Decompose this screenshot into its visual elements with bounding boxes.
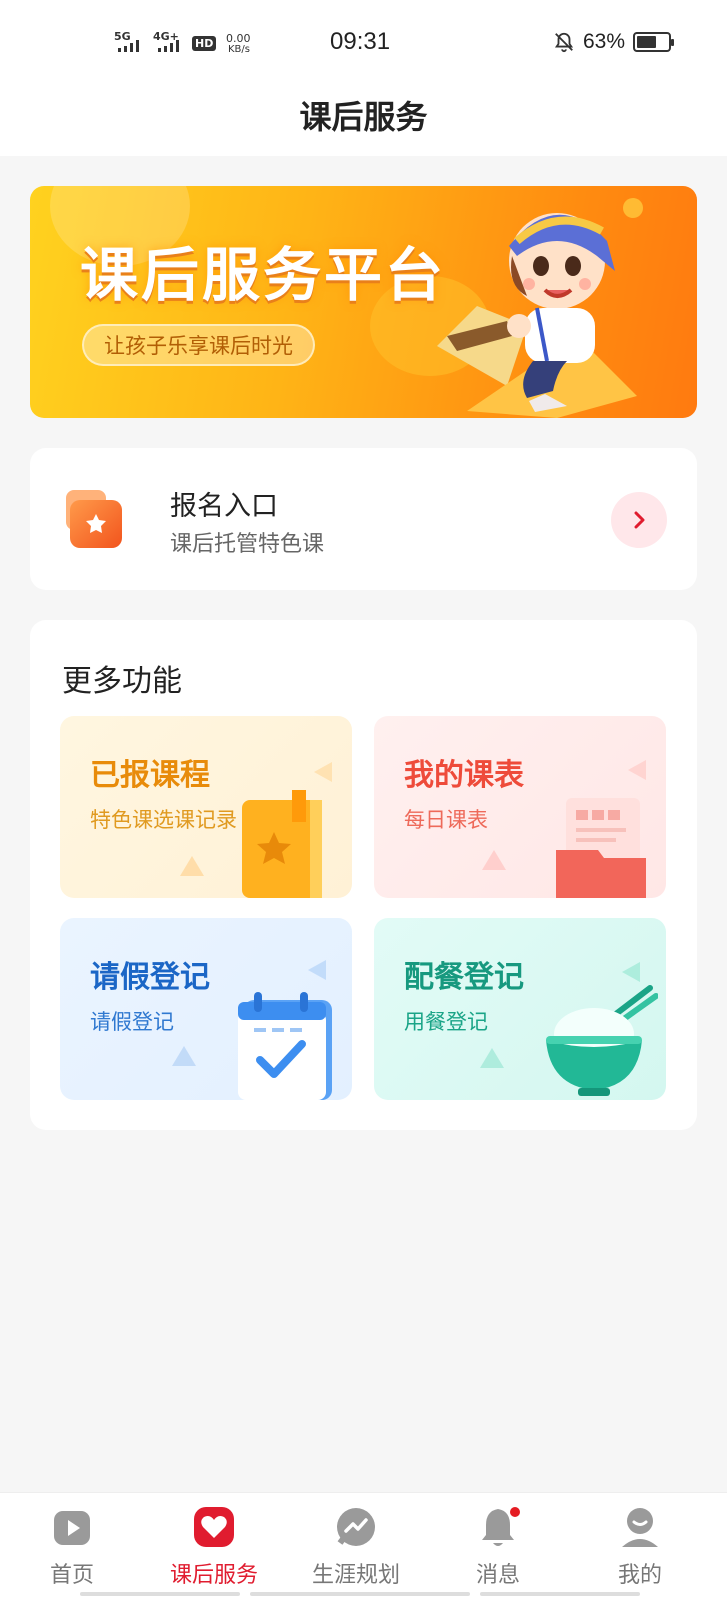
cartoon-boy-illustration [437, 198, 643, 418]
notification-badge [508, 1505, 522, 1519]
tile-title: 请假登记 [90, 960, 210, 995]
top-bar: 课后服务 [0, 78, 727, 156]
home-indicator-3 [480, 1592, 640, 1596]
page-title: 课后服务 [299, 98, 428, 136]
bell-off-icon [554, 32, 574, 53]
tile-subtitle: 用餐登记 [404, 1010, 488, 1034]
play-icon [54, 1511, 90, 1545]
calendar-check-icon [238, 992, 332, 1100]
signup-subtitle: 课后托管特色课 [170, 532, 325, 557]
tile-meal-registration[interactable]: 配餐登记 用餐登记 [374, 918, 666, 1100]
trend-chat-icon [337, 1508, 375, 1546]
signup-entry-card[interactable]: 报名入口 课后托管特色课 [30, 448, 697, 590]
tab-mine[interactable]: 我的 [580, 1505, 700, 1589]
hd-icon: HD [192, 36, 217, 51]
more-functions-card: 更多功能 已报课程 特色课选课记录 我的课表 每日课表 请假登记 请假登记 配餐… [30, 620, 697, 1130]
battery-percent: 63% [582, 30, 625, 53]
signal-bars-icon [118, 40, 139, 52]
signal-bars-icon-2 [158, 40, 179, 52]
section-title: 更多功能 [62, 664, 182, 699]
tile-subtitle: 特色课选课记录 [90, 808, 237, 832]
star-book-icon [242, 790, 322, 898]
status-bar: 5G 4G+ HD 0.00 KB/s 09:31 63% [0, 0, 727, 90]
decor-triangle-2 [308, 960, 326, 980]
tile-title: 我的课表 [404, 758, 524, 793]
banner[interactable]: 课后服务平台 让孩子乐享课后时光 [30, 186, 697, 418]
tile-title: 配餐登记 [404, 960, 524, 995]
decor-triangle [172, 1046, 196, 1066]
tab-label: 首页 [49, 1563, 94, 1588]
tab-career-planning[interactable]: 生涯规划 [296, 1505, 416, 1589]
folder-star-icon [66, 490, 122, 548]
timetable-folder-icon [556, 798, 646, 898]
decor-triangle-2 [622, 962, 640, 982]
tab-label: 我的 [617, 1563, 662, 1588]
rice-bowl-icon [546, 985, 658, 1096]
tile-title: 已报课程 [90, 758, 210, 793]
decor-triangle [180, 856, 204, 876]
home-indicator-2 [250, 1592, 470, 1596]
tile-enrolled-courses[interactable]: 已报课程 特色课选课记录 [60, 716, 352, 898]
heart-icon [194, 1507, 234, 1547]
home-indicator [80, 1592, 240, 1596]
signup-title: 报名入口 [170, 491, 278, 522]
tile-leave-registration[interactable]: 请假登记 请假登记 [60, 918, 352, 1100]
tab-after-school-service[interactable]: 课后服务 [154, 1505, 274, 1589]
tab-home[interactable]: 首页 [12, 1505, 132, 1589]
bottom-tab-bar: 首页 课后服务 生涯规划 消息 我的 [0, 1492, 727, 1600]
signup-arrow-button[interactable] [611, 492, 667, 548]
tab-label: 课后服务 [169, 1563, 258, 1588]
decor-triangle-2 [628, 760, 646, 780]
banner-title: 课后服务平台 [80, 241, 447, 309]
tab-label: 生涯规划 [311, 1563, 400, 1588]
net-speed-unit: KB/s [228, 44, 250, 55]
status-right: 63% [553, 30, 674, 54]
banner-subtitle: 让孩子乐享课后时光 [82, 324, 315, 366]
chevron-right-icon [634, 511, 645, 529]
person-icon [622, 1508, 658, 1547]
decor-triangle [480, 1048, 504, 1068]
decor-triangle [482, 850, 506, 870]
battery-icon [633, 32, 674, 52]
clock: 09:31 [330, 28, 391, 55]
tab-messages[interactable]: 消息 [438, 1505, 558, 1589]
tile-my-schedule[interactable]: 我的课表 每日课表 [374, 716, 666, 898]
tile-subtitle: 请假登记 [90, 1010, 174, 1034]
battery-fill [637, 36, 656, 48]
tab-label: 消息 [475, 1563, 520, 1588]
tile-subtitle: 每日课表 [404, 808, 488, 832]
